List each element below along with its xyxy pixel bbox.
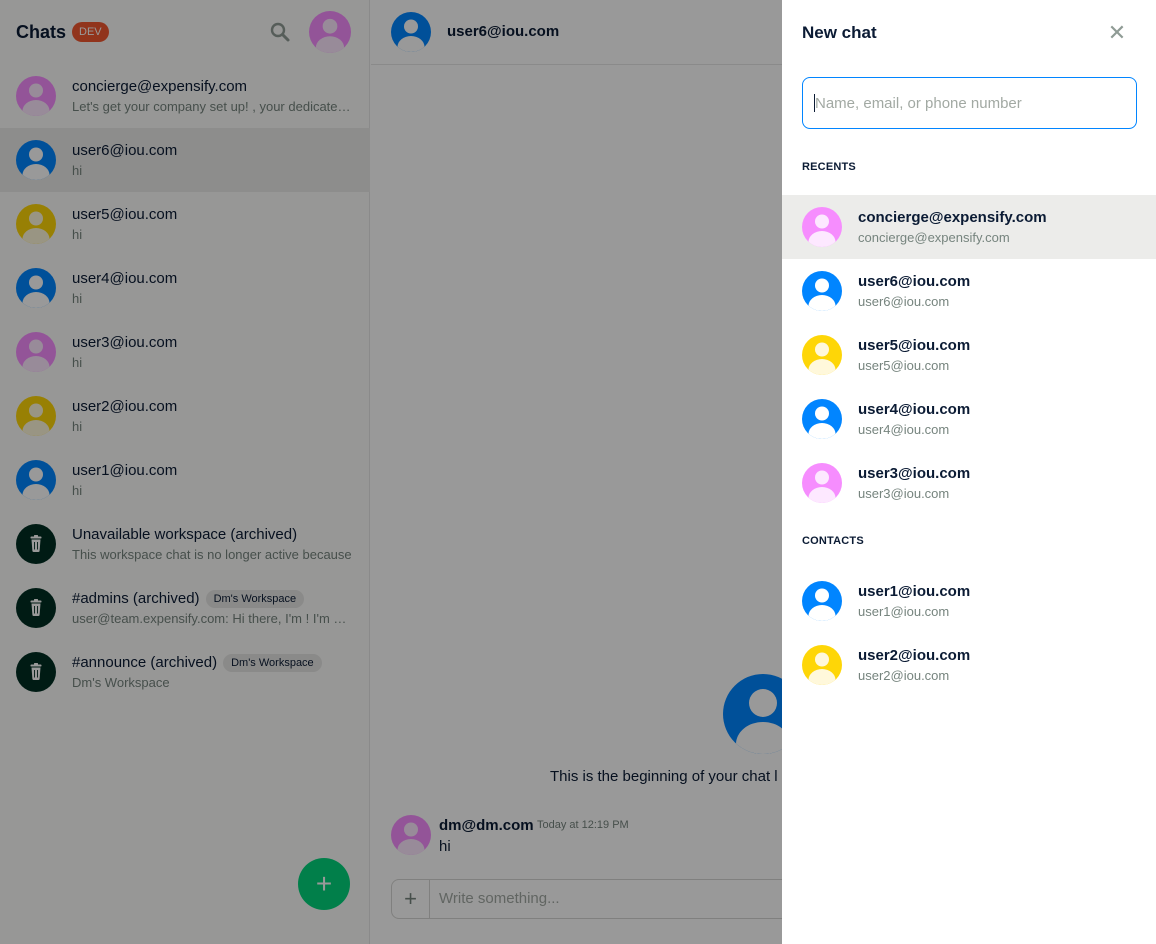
option-subtitle: concierge@expensify.com	[858, 230, 1010, 245]
recent-option[interactable]: user6@iou.com user6@iou.com	[782, 259, 1156, 323]
contacts-heading: CONTACTS	[802, 535, 864, 547]
option-name: concierge@expensify.com	[858, 209, 1047, 226]
contact-option[interactable]: user1@iou.com user1@iou.com	[782, 569, 1156, 633]
option-subtitle: user6@iou.com	[858, 294, 950, 309]
avatar	[802, 335, 842, 375]
avatar	[802, 581, 842, 621]
option-subtitle: user4@iou.com	[858, 422, 950, 437]
option-name: user1@iou.com	[858, 583, 971, 600]
new-chat-panel: New chat ✕ RECENTS concierge@expensify.c…	[782, 0, 1156, 944]
avatar	[802, 463, 842, 503]
option-subtitle: user1@iou.com	[858, 604, 950, 619]
recent-option[interactable]: user5@iou.com user5@iou.com	[782, 323, 1156, 387]
option-name: user5@iou.com	[858, 337, 971, 354]
avatar	[802, 271, 842, 311]
option-subtitle: user3@iou.com	[858, 486, 950, 501]
avatar	[802, 399, 842, 439]
modal-backdrop[interactable]	[0, 0, 782, 944]
recent-option[interactable]: user3@iou.com user3@iou.com	[782, 451, 1156, 515]
close-icon[interactable]: ✕	[1106, 22, 1128, 44]
recents-heading: RECENTS	[802, 161, 856, 173]
recent-option[interactable]: user4@iou.com user4@iou.com	[782, 387, 1156, 451]
option-name: user2@iou.com	[858, 647, 971, 664]
avatar	[802, 207, 842, 247]
option-name: user3@iou.com	[858, 465, 971, 482]
contact-option[interactable]: user2@iou.com user2@iou.com	[782, 633, 1156, 697]
option-name: user6@iou.com	[858, 273, 971, 290]
option-name: user4@iou.com	[858, 401, 971, 418]
option-subtitle: user5@iou.com	[858, 358, 950, 373]
option-subtitle: user2@iou.com	[858, 668, 950, 683]
recent-option[interactable]: concierge@expensify.com concierge@expens…	[782, 195, 1156, 259]
search-input[interactable]	[802, 77, 1137, 129]
avatar	[802, 645, 842, 685]
panel-title: New chat	[802, 23, 877, 42]
text-caret	[814, 94, 815, 112]
